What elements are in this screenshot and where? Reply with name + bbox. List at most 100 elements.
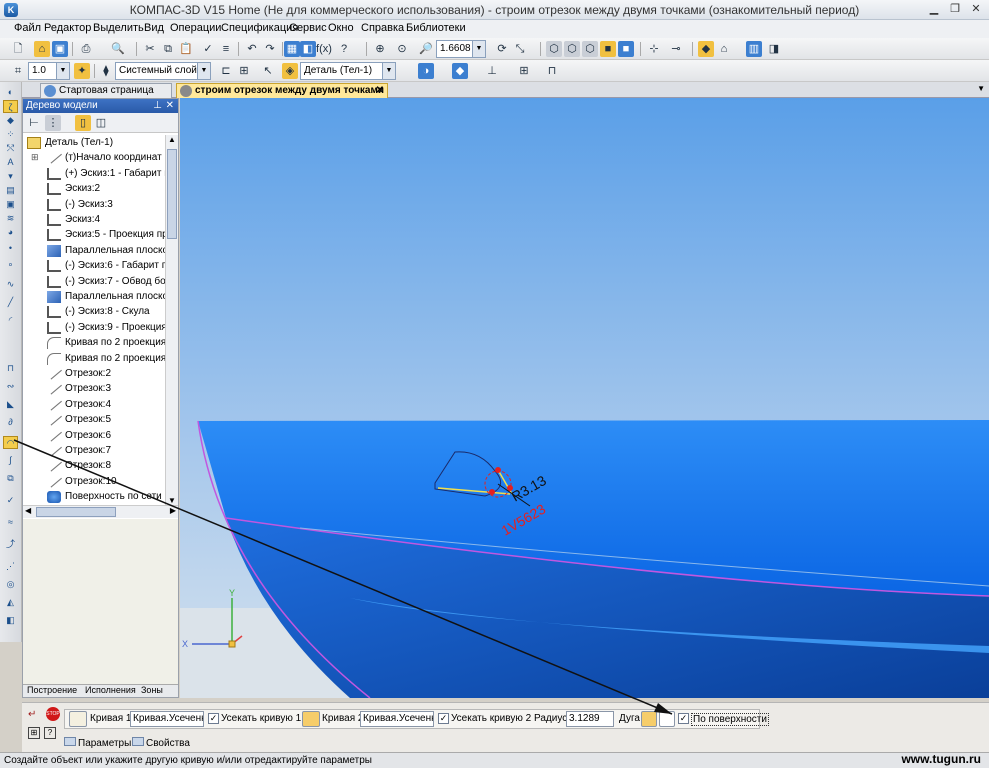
function-icon[interactable]: f(x) [316, 41, 332, 57]
tree-item[interactable]: Поверхность по сети кр [23, 489, 165, 504]
layer-icon[interactable]: ⧫ [98, 63, 114, 79]
tree-item[interactable]: Отрезок:8 [23, 458, 165, 473]
tree-item[interactable]: Отрезок:5 [23, 412, 165, 427]
menu-view[interactable]: Вид [144, 22, 164, 34]
tree-item[interactable]: (+) Эскиз:1 - Габарит г [23, 166, 165, 181]
properties-icon[interactable]: ≡ [218, 41, 234, 57]
variables-icon[interactable]: ◧ [300, 41, 316, 57]
tool-spiral-icon[interactable]: ∾ [3, 380, 18, 393]
tool-globe-icon[interactable]: ◎ [3, 578, 18, 591]
curve1-field[interactable]: Кривая.Усеченн [130, 711, 204, 727]
tool-dimension-icon[interactable]: A [3, 156, 18, 169]
tree-item[interactable]: Эскиз:2 [23, 181, 165, 196]
restore-icon[interactable]: ❐ [946, 2, 964, 17]
menu-help[interactable]: Справка [361, 22, 404, 34]
grid-mode-icon[interactable]: ⊞ [28, 727, 40, 739]
tree-item[interactable]: ⊞ (т)Начало координат [23, 150, 165, 165]
orientation-icon[interactable]: ⤡ [512, 41, 528, 57]
zoom-all-icon[interactable]: ⊙ [394, 41, 410, 57]
tree-sort-icon[interactable]: ⋮ [45, 115, 61, 131]
filter-icon[interactable]: ⊹ [646, 41, 662, 57]
zoom-combo[interactable]: 1.6608 ▼ [436, 40, 486, 58]
3d-viewport[interactable]: R3.13 1V5623 Y X [180, 98, 989, 698]
tree-item[interactable]: Параллельная плоскост [23, 289, 165, 304]
cursor-icon[interactable]: ↖ [260, 63, 276, 79]
tab-zones[interactable]: Зоны [141, 685, 163, 695]
minimize-icon[interactable]: ▁ [925, 2, 943, 17]
copy-icon[interactable]: ⧉ [160, 41, 176, 57]
close-tab-icon[interactable]: ✕ [376, 84, 384, 98]
tree-mode-icon[interactable]: ▯ [75, 115, 91, 131]
format-icon[interactable]: ✓ [200, 41, 216, 57]
stop-button[interactable]: STOP [46, 707, 60, 721]
shaded-edges-icon[interactable]: ■ [618, 41, 634, 57]
tree-structure-icon[interactable]: ⊢ [26, 115, 42, 131]
apply-icon[interactable]: ↵ [28, 709, 44, 720]
tree-item[interactable]: (-) Эскиз:3 [23, 197, 165, 212]
radius-field[interactable]: 3.1289 [566, 711, 614, 727]
pin-icon[interactable]: ⊥ [153, 99, 162, 112]
tool-surfaces-icon[interactable]: ◆ [3, 114, 18, 127]
sketch-props-icon[interactable]: ⊞ [236, 63, 252, 79]
tree-item[interactable]: Отрезок:10 [23, 473, 165, 489]
trim-curve1-checkbox[interactable]: ✓ [208, 713, 219, 724]
undo-icon[interactable]: ↶ [244, 41, 260, 57]
part-combo[interactable]: Деталь (Тел-1) ▼ [300, 62, 396, 80]
new-file-icon[interactable]: 🗋 [10, 41, 26, 57]
redo-icon[interactable]: ↷ [262, 41, 278, 57]
tree-horizontal-scrollbar[interactable]: ◀ ▶ [23, 505, 178, 518]
tree-item[interactable]: Отрезок:6 [23, 427, 165, 443]
tab-document[interactable]: строим отрезок между двумя точками ✕ [176, 83, 388, 98]
measure-icon[interactable]: ⊥ [484, 63, 500, 79]
menu-select[interactable]: Выделить [93, 22, 144, 34]
menu-edit[interactable]: Редактор [44, 22, 91, 34]
tool-arc-icon[interactable]: ◜ [3, 314, 18, 327]
thin-hidden-icon[interactable]: ⬡ [582, 41, 598, 57]
close-icon[interactable]: ✕ [967, 2, 985, 17]
on-surface-checkbox[interactable]: ✓ [678, 713, 689, 724]
tree-item[interactable]: Отрезок:3 [23, 381, 165, 396]
tool-wave-icon[interactable]: ≈ [3, 516, 18, 529]
tree-item[interactable]: (-) Эскиз:8 - Скула [23, 304, 165, 319]
rotate-icon[interactable]: ⟳ [494, 41, 510, 57]
help-pointer-icon[interactable]: ? [336, 41, 352, 57]
tree-preview-icon[interactable]: ◫ [93, 115, 109, 131]
tool-cut-icon[interactable]: ◧ [3, 614, 18, 627]
tool-aux-icon[interactable]: ⤲ [3, 142, 18, 155]
component-icon[interactable]: ◆ [698, 41, 714, 57]
tree-item[interactable]: (-) Эскиз:7 - Обвод борт [23, 274, 165, 289]
arc-short-icon[interactable] [641, 711, 657, 727]
tree-item[interactable]: Эскиз:5 - Проекция про [23, 227, 165, 242]
menu-service[interactable]: Сервис [289, 22, 327, 34]
tool-function-icon[interactable]: ∂ [3, 416, 18, 429]
tool-surface-fill-icon[interactable]: ◣ [3, 398, 18, 411]
tree-view-icon[interactable]: ⌂ [716, 41, 732, 57]
layer-combo[interactable]: Системный слой (0) ▼ [115, 62, 211, 80]
menu-window[interactable]: Окно [328, 22, 354, 34]
tab-parameters[interactable]: Параметры [64, 737, 131, 751]
zoom-icon[interactable]: 🔎 [418, 41, 434, 57]
tool-points-icon[interactable]: ∘ [3, 258, 18, 271]
preview-icon[interactable]: 🔍 [110, 41, 126, 57]
line-width-combo[interactable]: 1.0 ▼ [28, 62, 70, 80]
tree-item[interactable]: Отрезок:2 [23, 366, 165, 381]
tree-item[interactable]: Отрезок:7 [23, 443, 165, 458]
tab-start-page[interactable]: Стартовая страница [40, 83, 172, 98]
tool-pin-icon[interactable]: ▾ [3, 170, 18, 183]
library-icon[interactable]: ▥ [746, 41, 762, 57]
close-panel-icon[interactable]: ✕ [166, 99, 174, 112]
tool-shell-icon[interactable]: ◭ [3, 596, 18, 609]
menu-specification[interactable]: Спецификация [221, 22, 298, 34]
help-icon[interactable]: ? [44, 727, 56, 739]
tool-selection-icon[interactable]: ◐ [3, 86, 18, 99]
curve1-select-icon[interactable] [69, 711, 87, 727]
tab-properties[interactable]: Свойства [132, 737, 190, 751]
tool-extend-icon[interactable]: ⤴ [3, 538, 18, 551]
snap-step-icon[interactable]: ✦ [74, 63, 90, 79]
snap-icon[interactable]: ⊸ [668, 41, 684, 57]
menu-operations[interactable]: Операции [170, 22, 221, 34]
shaded-icon[interactable]: ■ [600, 41, 616, 57]
expand-icon[interactable]: ⊞ [31, 150, 39, 165]
tool-frame-icon[interactable]: ▣ [3, 198, 18, 211]
print-icon[interactable]: ⎙ [78, 41, 94, 57]
